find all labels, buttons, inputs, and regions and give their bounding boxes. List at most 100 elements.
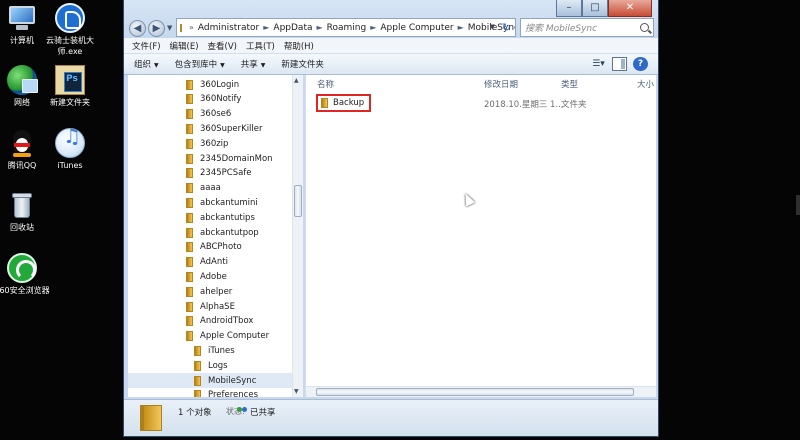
change-view-icon[interactable]: ☰▾ — [591, 57, 606, 71]
folder-icon — [186, 168, 193, 179]
tree-item[interactable]: AndroidTbox — [128, 314, 294, 329]
menu-edit[interactable]: 编辑(E) — [170, 40, 199, 52]
chevron-down-icon: ▼ — [260, 62, 266, 69]
folder-icon — [186, 301, 193, 312]
column-date-modified[interactable]: 修改日期 — [484, 78, 518, 90]
folder-icon — [186, 183, 193, 194]
share-state: 已共享 — [250, 408, 276, 418]
tree-item[interactable]: AlphaSE — [128, 299, 294, 314]
tree-item[interactable]: ABCPhoto — [128, 240, 294, 255]
folder-icon — [194, 345, 201, 356]
column-size[interactable]: 大小 — [637, 78, 654, 90]
tree-item-label: 360Login — [200, 79, 240, 90]
folder-icon — [186, 197, 193, 208]
tree-item[interactable]: 360Login — [128, 77, 294, 92]
nav-scroll-thumb[interactable] — [294, 185, 302, 217]
desktop-icon-itunes[interactable]: iTunes — [40, 128, 100, 171]
recent-pages-dropdown[interactable]: ▼ — [167, 24, 172, 32]
breadcrumb-administrator[interactable]: Administrator — [198, 23, 259, 33]
new-folder-label: 新建文件夹 — [281, 60, 324, 70]
tree-item[interactable]: abckantumini — [128, 195, 294, 210]
tree-item[interactable]: ahelper — [128, 284, 294, 299]
file-row[interactable]: Backup 2018.10.星期三 1... 文件夹 — [316, 94, 656, 112]
breadcrumb-appdata[interactable]: AppData — [273, 23, 312, 33]
preview-pane-icon[interactable] — [612, 57, 627, 71]
folder-icon — [194, 375, 201, 386]
desktop-icon-360-browser[interactable]: 360安全浏览器 — [0, 253, 52, 296]
status-bar: 1 个对象 状态: 已共享 — [124, 399, 658, 436]
tree-item[interactable]: 360SuperKiller — [128, 121, 294, 136]
tree-item[interactable]: Apple Computer — [128, 329, 294, 344]
chevron-right-icon[interactable]: ► — [458, 23, 464, 32]
tree-item[interactable]: Adobe — [128, 269, 294, 284]
tree-item[interactable]: AdAnti — [128, 255, 294, 270]
search-input[interactable]: 搜索 MobileSync — [520, 18, 654, 37]
nav-scrollbar[interactable]: ▲ ▼ — [292, 75, 303, 397]
highlighted-folder[interactable]: Backup — [316, 94, 371, 112]
title-bar[interactable]: – □ ✕ ◀ ▶ ▼ » Administrator ► AppData ► … — [124, 0, 658, 38]
search-placeholder: 搜索 MobileSync — [525, 24, 598, 34]
back-button[interactable]: ◀ — [129, 20, 146, 37]
content-scrollbar[interactable] — [306, 386, 656, 397]
refresh-icon[interactable]: ↻ — [502, 21, 511, 34]
chevron-right-icon[interactable]: ► — [370, 23, 376, 32]
column-name[interactable]: 名称 — [317, 78, 334, 90]
tree-item[interactable]: abckantutpop — [128, 225, 294, 240]
breadcrumb-apple-computer[interactable]: Apple Computer — [380, 23, 453, 33]
minimize-button[interactable]: – — [556, 0, 582, 17]
folder-ps-icon — [55, 65, 85, 95]
installer-horse-icon — [55, 3, 85, 33]
tree-item[interactable]: 360Notify — [128, 92, 294, 107]
menu-help[interactable]: 帮助(H) — [284, 40, 314, 52]
chevron-right-icon[interactable]: ► — [317, 23, 323, 32]
new-folder-button[interactable]: 新建文件夹 — [281, 58, 324, 70]
tree-item[interactable]: Preferences — [128, 388, 294, 397]
menu-file[interactable]: 文件(F) — [132, 40, 161, 52]
column-type[interactable]: 类型 — [561, 78, 578, 90]
folder-icon — [321, 98, 328, 108]
folder-icon — [186, 94, 193, 105]
tree-item[interactable]: abckantutips — [128, 210, 294, 225]
tree-item[interactable]: 2345DomainMon — [128, 151, 294, 166]
file-list-pane: 名称 修改日期 类型 大小 Backup 2018.10.星期三 1... 文件… — [305, 75, 656, 397]
address-bar[interactable]: » Administrator ► AppData ► Roaming ► Ap… — [176, 18, 516, 37]
tree-item[interactable]: MobileSync — [128, 373, 294, 388]
folder-icon — [186, 227, 193, 238]
mouse-cursor-icon — [460, 191, 476, 207]
tree-item[interactable]: aaaa — [128, 181, 294, 196]
command-bar-right: ☰▾ ? — [585, 57, 648, 71]
tree-item-label: 360Notify — [200, 94, 242, 105]
tree-item[interactable]: 360zip — [128, 136, 294, 151]
desktop-icon-installer[interactable]: 云骑士装机大师.exe — [40, 3, 100, 57]
tree-item-label: 2345PCSafe — [200, 168, 252, 179]
close-button[interactable]: ✕ — [608, 0, 652, 17]
scroll-down-icon[interactable]: ▼ — [294, 388, 299, 395]
tree-item[interactable]: 2345PCSafe — [128, 166, 294, 181]
include-in-library-button[interactable]: 包含到库中 ▼ — [175, 58, 225, 70]
address-dropdown-icon[interactable]: ▼ — [490, 23, 495, 31]
share-button[interactable]: 共享 ▼ — [241, 58, 266, 70]
tree-item-label: abckantutips — [200, 212, 255, 223]
chevron-right-icon[interactable]: » — [189, 23, 194, 32]
desktop-icon-recycle-bin[interactable]: 回收站 — [0, 190, 52, 233]
search-icon[interactable] — [640, 23, 649, 32]
menu-bar: 文件(F) 编辑(E) 查看(V) 工具(T) 帮助(H) — [124, 38, 658, 54]
breadcrumb-roaming[interactable]: Roaming — [327, 23, 367, 33]
tree-item-label: Adobe — [200, 271, 227, 282]
folder-icon — [186, 153, 193, 164]
tree-item[interactable]: 360se6 — [128, 107, 294, 122]
menu-view[interactable]: 查看(V) — [208, 40, 237, 52]
organize-button[interactable]: 组织 ▼ — [134, 58, 159, 70]
tree-item[interactable]: Logs — [128, 358, 294, 373]
menu-tools[interactable]: 工具(T) — [246, 40, 275, 52]
scroll-up-icon[interactable]: ▲ — [294, 77, 299, 84]
content-scroll-thumb[interactable] — [316, 388, 634, 396]
forward-button[interactable]: ▶ — [148, 20, 165, 37]
desktop-icon-new-folder[interactable]: 新建文件夹 — [40, 65, 100, 108]
maximize-button[interactable]: □ — [582, 0, 608, 17]
share-label: 共享 — [240, 60, 258, 70]
chevron-right-icon[interactable]: ► — [263, 23, 269, 32]
tree-item[interactable]: iTunes — [128, 343, 294, 358]
help-icon[interactable]: ? — [633, 57, 648, 71]
tree-item-label: MobileSync — [208, 375, 257, 386]
